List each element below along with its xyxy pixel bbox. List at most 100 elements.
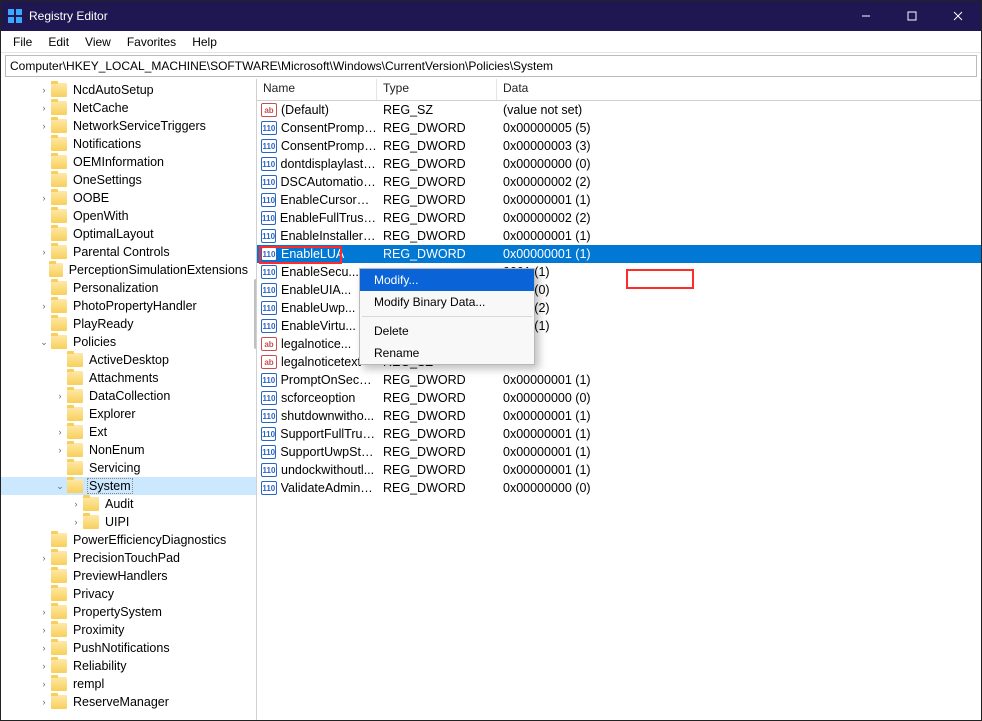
tree-node[interactable]: OptimalLayout xyxy=(1,225,256,243)
value-row[interactable]: 110dontdisplaylastu...REG_DWORD0x0000000… xyxy=(257,155,981,173)
value-row[interactable]: 110ConsentPrompt...REG_DWORD0x00000005 (… xyxy=(257,119,981,137)
tree-node[interactable]: ⌄System xyxy=(1,477,256,495)
tree-node[interactable]: ›Reliability xyxy=(1,657,256,675)
folder-icon xyxy=(51,227,67,241)
value-data: 0x00000000 (0) xyxy=(497,157,981,171)
chevron-right-icon[interactable]: › xyxy=(53,389,67,403)
tree-node[interactable]: OpenWith xyxy=(1,207,256,225)
menu-edit[interactable]: Edit xyxy=(40,33,77,51)
tree-node[interactable]: PlayReady xyxy=(1,315,256,333)
column-data[interactable]: Data xyxy=(497,79,981,100)
chevron-right-icon[interactable]: › xyxy=(53,443,67,457)
tree-node[interactable]: ›PushNotifications xyxy=(1,639,256,657)
menu-help[interactable]: Help xyxy=(184,33,225,51)
chevron-right-icon[interactable]: › xyxy=(37,191,51,205)
chevron-right-icon[interactable]: › xyxy=(37,695,51,709)
chevron-right-icon[interactable]: › xyxy=(37,551,51,565)
value-row[interactable]: 110PromptOnSecur...REG_DWORD0x00000001 (… xyxy=(257,371,981,389)
chevron-right-icon[interactable]: › xyxy=(53,425,67,439)
tree-node[interactable]: ›ReserveManager xyxy=(1,693,256,711)
tree-node[interactable]: OneSettings xyxy=(1,171,256,189)
value-row[interactable]: 110DSCAutomation...REG_DWORD0x00000002 (… xyxy=(257,173,981,191)
list-body[interactable]: ab(Default)REG_SZ(value not set)110Conse… xyxy=(257,101,981,720)
tree-node-label: OEMInformation xyxy=(71,155,166,169)
chevron-right-icon[interactable]: › xyxy=(37,83,51,97)
value-row[interactable]: 110EnableCursorSu...REG_DWORD0x00000001 … xyxy=(257,191,981,209)
tree-node[interactable]: ›NcdAutoSetup xyxy=(1,81,256,99)
tree-node-label: OneSettings xyxy=(71,173,144,187)
tree-node[interactable]: PowerEfficiencyDiagnostics xyxy=(1,531,256,549)
address-bar[interactable]: Computer\HKEY_LOCAL_MACHINE\SOFTWARE\Mic… xyxy=(5,55,977,77)
chevron-right-icon[interactable]: › xyxy=(37,623,51,637)
context-menu-modify-binary[interactable]: Modify Binary Data... xyxy=(360,291,534,313)
tree-node[interactable]: Privacy xyxy=(1,585,256,603)
dword-value-icon: 110 xyxy=(261,229,276,243)
value-row[interactable]: 110scforceoptionREG_DWORD0x00000000 (0) xyxy=(257,389,981,407)
value-row[interactable]: 110EnableLUAREG_DWORD0x00000001 (1) xyxy=(257,245,981,263)
tree-node[interactable]: ›OOBE xyxy=(1,189,256,207)
tree-node[interactable]: ›NetCache xyxy=(1,99,256,117)
tree-node[interactable]: ›PropertySystem xyxy=(1,603,256,621)
chevron-right-icon[interactable]: › xyxy=(37,677,51,691)
menu-file[interactable]: File xyxy=(5,33,40,51)
tree-node[interactable]: ›DataCollection xyxy=(1,387,256,405)
tree-spacer xyxy=(37,263,49,277)
tree-node[interactable]: OEMInformation xyxy=(1,153,256,171)
tree-node[interactable]: ›Ext xyxy=(1,423,256,441)
close-button[interactable] xyxy=(935,1,981,31)
column-name[interactable]: Name xyxy=(257,79,377,100)
chevron-right-icon[interactable]: › xyxy=(69,515,83,529)
maximize-button[interactable] xyxy=(889,1,935,31)
context-menu-delete[interactable]: Delete xyxy=(360,320,534,342)
folder-icon xyxy=(67,389,83,403)
tree-node[interactable]: ›UIPI xyxy=(1,513,256,531)
chevron-right-icon[interactable]: › xyxy=(37,659,51,673)
tree-node[interactable]: ›NetworkServiceTriggers xyxy=(1,117,256,135)
tree-node[interactable]: ›Proximity xyxy=(1,621,256,639)
value-row[interactable]: 110SupportUwpStar...REG_DWORD0x00000001 … xyxy=(257,443,981,461)
value-row[interactable]: 110ConsentPrompt...REG_DWORD0x00000003 (… xyxy=(257,137,981,155)
chevron-right-icon[interactable]: › xyxy=(37,119,51,133)
chevron-right-icon[interactable]: › xyxy=(37,299,51,313)
value-row[interactable]: 110shutdownwitho...REG_DWORD0x00000001 (… xyxy=(257,407,981,425)
chevron-right-icon[interactable]: › xyxy=(37,245,51,259)
tree-node[interactable]: ›Parental Controls xyxy=(1,243,256,261)
chevron-down-icon[interactable]: ⌄ xyxy=(53,479,67,493)
tree-node[interactable]: ⌄Policies xyxy=(1,333,256,351)
tree-node-label: ActiveDesktop xyxy=(87,353,171,367)
tree-node[interactable]: Servicing xyxy=(1,459,256,477)
menu-favorites[interactable]: Favorites xyxy=(119,33,184,51)
tree-node[interactable]: ActiveDesktop xyxy=(1,351,256,369)
column-type[interactable]: Type xyxy=(377,79,497,100)
context-menu-rename[interactable]: Rename xyxy=(360,342,534,364)
tree-node[interactable]: ›Audit xyxy=(1,495,256,513)
tree-spacer xyxy=(37,587,51,601)
context-menu-modify[interactable]: Modify... xyxy=(360,269,534,291)
menu-view[interactable]: View xyxy=(77,33,119,51)
chevron-right-icon[interactable]: › xyxy=(37,605,51,619)
dword-value-icon: 110 xyxy=(261,427,276,441)
value-row[interactable]: 110ValidateAdminC...REG_DWORD0x00000000 … xyxy=(257,479,981,497)
tree-node[interactable]: Attachments xyxy=(1,369,256,387)
chevron-right-icon[interactable]: › xyxy=(69,497,83,511)
tree-node[interactable]: PreviewHandlers xyxy=(1,567,256,585)
tree-pane[interactable]: ›NcdAutoSetup›NetCache›NetworkServiceTri… xyxy=(1,79,257,720)
value-row[interactable]: ab(Default)REG_SZ(value not set) xyxy=(257,101,981,119)
minimize-button[interactable] xyxy=(843,1,889,31)
value-row[interactable]: 110EnableFullTrustS...REG_DWORD0x0000000… xyxy=(257,209,981,227)
value-row[interactable]: 110SupportFullTrust...REG_DWORD0x0000000… xyxy=(257,425,981,443)
chevron-right-icon[interactable]: › xyxy=(37,641,51,655)
tree-node[interactable]: ›PhotoPropertyHandler xyxy=(1,297,256,315)
tree-node[interactable]: ›PrecisionTouchPad xyxy=(1,549,256,567)
tree-node[interactable]: Notifications xyxy=(1,135,256,153)
chevron-down-icon[interactable]: ⌄ xyxy=(37,335,51,349)
tree-node[interactable]: PerceptionSimulationExtensions xyxy=(1,261,256,279)
value-row[interactable]: 110EnableInstallerD...REG_DWORD0x0000000… xyxy=(257,227,981,245)
tree-node[interactable]: ›NonEnum xyxy=(1,441,256,459)
tree-spacer xyxy=(37,227,51,241)
tree-node[interactable]: ›rempl xyxy=(1,675,256,693)
tree-node[interactable]: Personalization xyxy=(1,279,256,297)
value-row[interactable]: 110undockwithoutl...REG_DWORD0x00000001 … xyxy=(257,461,981,479)
tree-node[interactable]: Explorer xyxy=(1,405,256,423)
chevron-right-icon[interactable]: › xyxy=(37,101,51,115)
